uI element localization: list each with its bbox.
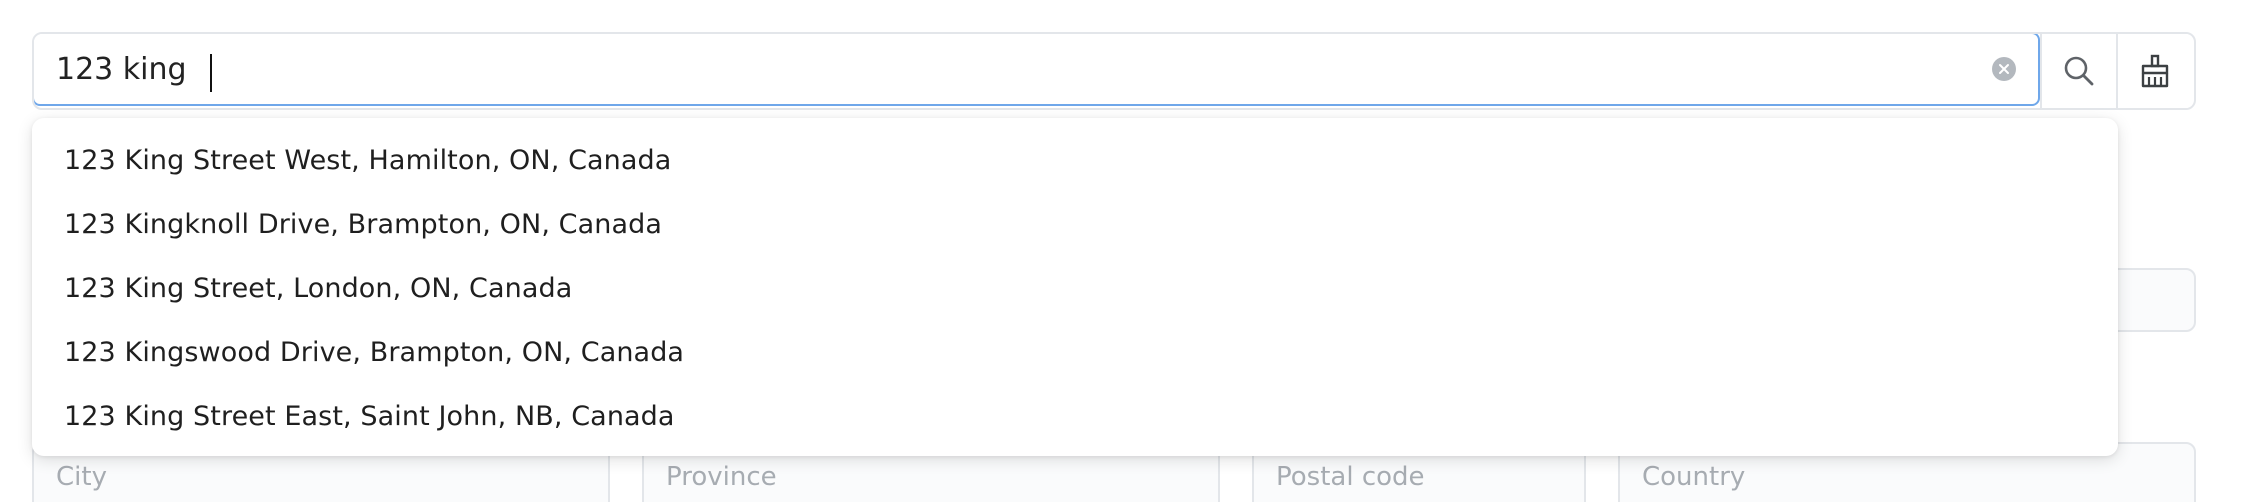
- search-button[interactable]: [2040, 34, 2116, 108]
- suggestion-item[interactable]: 123 King Street, London, ON, Canada: [32, 256, 2118, 320]
- suggestion-item[interactable]: 123 King Street East, Saint John, NB, Ca…: [32, 384, 2118, 448]
- city-placeholder: City: [56, 462, 107, 492]
- search-input-wrapper: [34, 34, 2040, 106]
- address-search-bar: [32, 32, 2196, 110]
- province-placeholder: Province: [666, 462, 777, 492]
- suggestion-item[interactable]: 123 Kingswood Drive, Brampton, ON, Canad…: [32, 320, 2118, 384]
- address-search-input[interactable]: [34, 34, 2038, 104]
- clear-icon[interactable]: [1992, 57, 2016, 81]
- address-form: City Province Postal code Country 123 ki…: [0, 0, 2262, 502]
- postal-code-placeholder: Postal code: [1276, 462, 1425, 492]
- broom-icon: [2141, 54, 2169, 88]
- suggestion-item[interactable]: 123 King Street West, Hamilton, ON, Cana…: [32, 128, 2118, 192]
- suggestion-item[interactable]: 123 Kingknoll Drive, Brampton, ON, Canad…: [32, 192, 2118, 256]
- clear-x-glyph: [1999, 64, 2009, 74]
- map-button[interactable]: [2116, 34, 2192, 108]
- country-placeholder: Country: [1642, 462, 1746, 492]
- address-suggestions-dropdown: 123 King Street West, Hamilton, ON, Cana…: [32, 118, 2118, 456]
- text-caret: [210, 54, 212, 92]
- search-icon: [2064, 56, 2094, 86]
